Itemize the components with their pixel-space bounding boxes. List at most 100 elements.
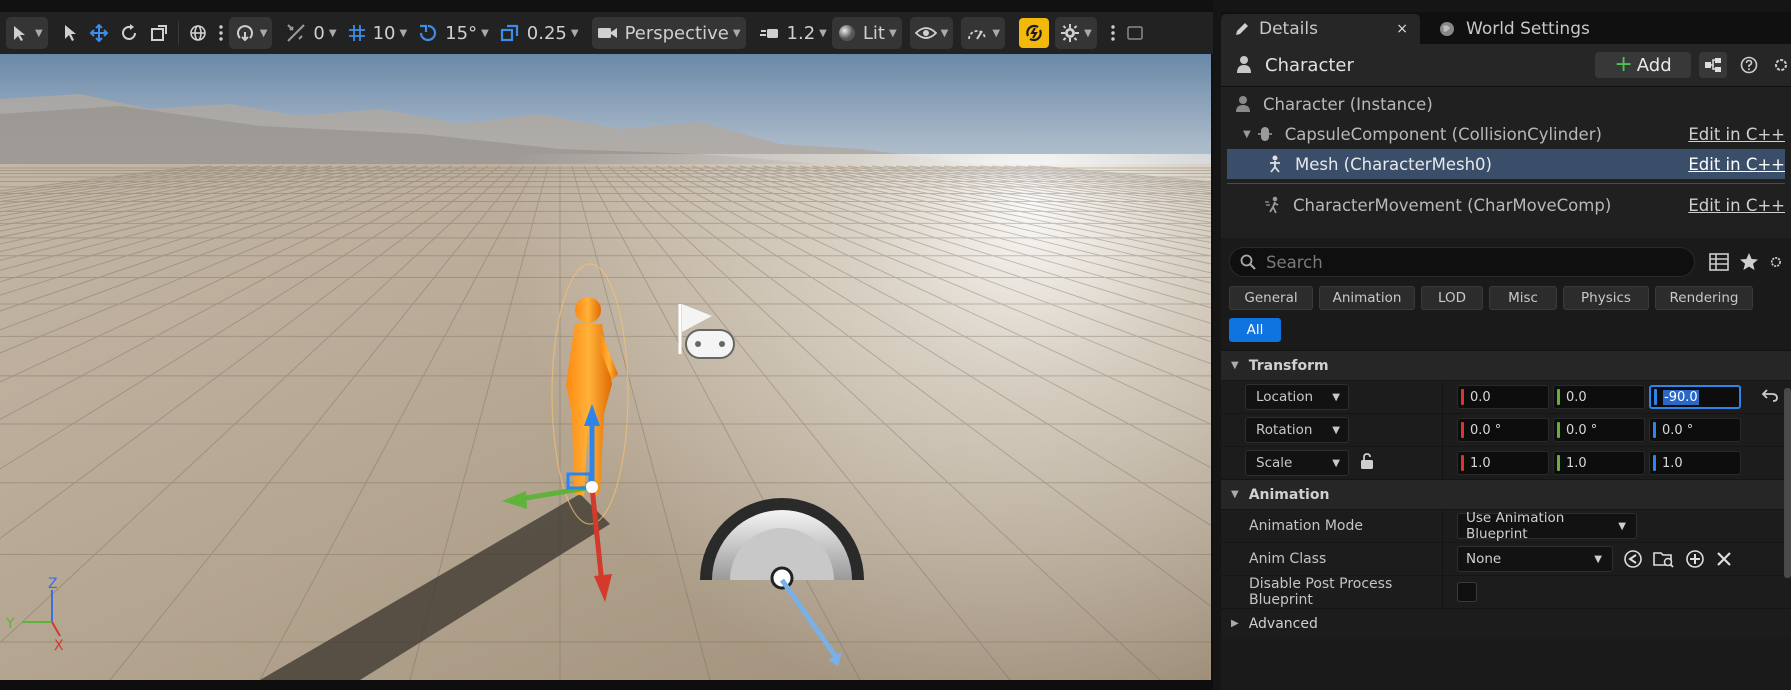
realtime-toggle-button[interactable] — [1019, 18, 1050, 48]
animation-mode-value: Use Animation Blueprint — [1466, 510, 1565, 542]
scale-snap-dropdown[interactable]: 0.25 ▼ — [494, 17, 584, 49]
performance-dropdown[interactable]: ▼ — [961, 17, 1006, 49]
tab-details[interactable]: Details × — [1221, 14, 1420, 44]
search-input[interactable] — [1266, 252, 1686, 272]
location-x-field[interactable]: 0.0 — [1457, 385, 1549, 409]
rotation-x-field[interactable]: 0.0 ° — [1457, 418, 1549, 442]
capsule-icon — [1255, 125, 1275, 143]
details-search-box[interactable] — [1229, 247, 1696, 277]
rotation-y-field[interactable]: 0.0 ° — [1553, 418, 1645, 442]
cursor-icon — [61, 23, 79, 43]
viewport-more-button[interactable] — [1105, 17, 1121, 49]
chevron-down-icon: ▼ — [35, 27, 43, 39]
advanced-section-header[interactable]: ▶ Advanced — [1221, 608, 1791, 638]
scale-x-field[interactable]: 1.0 — [1457, 451, 1549, 475]
scale-tool-button[interactable] — [144, 17, 174, 49]
rotation-snap-dropdown[interactable]: 15° ▼ — [412, 17, 494, 49]
plus-icon: + — [1614, 52, 1633, 77]
header-settings-button[interactable] — [1771, 52, 1791, 78]
location-y-field[interactable]: 0.0 — [1553, 385, 1645, 409]
filter-general[interactable]: General — [1229, 286, 1313, 310]
scale-row: Scale ▼ 1.0 1.0 1.0 — [1221, 446, 1791, 479]
scale-z-field[interactable]: 1.0 — [1649, 451, 1741, 475]
globe-icon — [188, 23, 208, 43]
tab-world-settings[interactable]: World Settings — [1426, 14, 1602, 44]
gear-icon[interactable] — [1769, 252, 1783, 272]
favorites-star-icon[interactable] — [1739, 252, 1759, 272]
chevron-down-icon: ▼ — [1332, 391, 1340, 403]
chevron-down-icon: ▼ — [259, 27, 268, 39]
location-z-field[interactable]: -90.0 — [1649, 385, 1741, 409]
rotate-icon — [119, 23, 139, 43]
camera-speed-value: 1.2 — [786, 22, 816, 44]
rotation-z-field[interactable]: 0.0 ° — [1649, 418, 1741, 442]
browse-folder-icon[interactable] — [1653, 549, 1675, 569]
view-mode-dropdown[interactable]: Perspective ▼ — [591, 17, 746, 49]
grid-snap-dropdown[interactable]: 10 ▼ — [342, 17, 413, 49]
filter-animation[interactable]: Animation — [1319, 286, 1415, 310]
edit-in-cpp-link[interactable]: Edit in C++ — [1688, 196, 1785, 215]
viewport-pane: ▼ ▼ 0 ▼ 10 ▼ 15° ▼ 0.25 ▼ Perspective ▼ … — [0, 0, 1213, 690]
selected-actor-title: Character — [1265, 54, 1354, 76]
property-matrix-icon[interactable] — [1709, 253, 1729, 271]
scale-snap-icon — [499, 22, 521, 44]
filter-lod[interactable]: LOD — [1421, 286, 1483, 310]
translate-tool-button[interactable] — [84, 17, 114, 49]
world-local-toggle[interactable] — [183, 17, 213, 49]
clear-x-icon[interactable] — [1715, 550, 1733, 568]
transform-category-header[interactable]: ▼ Transform — [1221, 350, 1791, 380]
show-flags-dropdown[interactable]: ▼ — [909, 17, 954, 49]
details-search-row — [1221, 242, 1791, 282]
edit-in-cpp-link[interactable]: Edit in C++ — [1688, 125, 1785, 144]
viewport-settings-dropdown[interactable]: ▼ — [1055, 17, 1097, 49]
help-button[interactable] — [1735, 52, 1763, 78]
filter-misc[interactable]: Misc — [1489, 286, 1557, 310]
location-mode-dropdown[interactable]: Location ▼ — [1245, 384, 1349, 410]
rotation-z-value: 0.0 ° — [1662, 422, 1694, 438]
use-selected-icon[interactable] — [1623, 549, 1643, 569]
rotate-tool-button[interactable] — [114, 17, 144, 49]
chevron-down-icon: ▼ — [481, 27, 489, 39]
chevron-down-icon: ▼ — [1332, 457, 1340, 469]
edit-in-cpp-link[interactable]: Edit in C++ — [1688, 155, 1785, 174]
expand-triangle-icon: ▼ — [1231, 360, 1239, 371]
animation-mode-dropdown[interactable]: Use Animation Blueprint ▼ — [1457, 510, 1637, 542]
details-scrollbar[interactable] — [1784, 388, 1791, 578]
close-icon[interactable]: × — [1396, 21, 1408, 37]
scale-mode-dropdown[interactable]: Scale ▼ — [1245, 450, 1349, 476]
level-viewport-scene[interactable]: Z Y X — [0, 54, 1211, 680]
component-row-instance[interactable]: Character (Instance) — [1227, 89, 1785, 119]
animation-category-header[interactable]: ▼ Animation — [1221, 479, 1791, 509]
add-component-button[interactable]: + Add — [1595, 52, 1691, 78]
translate-snap-dropdown[interactable]: 0 ▼ — [280, 17, 341, 49]
location-z-value: -90.0 — [1663, 389, 1699, 405]
camera-speed-dropdown[interactable]: 1.2 ▼ — [754, 17, 832, 49]
select-tool-button[interactable] — [56, 17, 84, 49]
lighting-mode-dropdown[interactable]: Lit ▼ — [831, 17, 902, 49]
unlock-icon[interactable] — [1359, 452, 1375, 474]
reset-to-default-icon[interactable] — [1761, 387, 1779, 407]
component-row-movement[interactable]: CharacterMovement (CharMoveComp) Edit in… — [1227, 190, 1785, 220]
maximize-viewport-button[interactable] — [1121, 17, 1149, 49]
filter-all[interactable]: All — [1229, 318, 1281, 342]
more-options-button[interactable] — [213, 17, 229, 49]
component-row-mesh[interactable]: Mesh (CharacterMesh0) Edit in C++ — [1227, 149, 1785, 179]
filter-rendering[interactable]: Rendering — [1655, 286, 1753, 310]
chevron-down-icon: ▼ — [1594, 553, 1602, 565]
rotation-mode-dropdown[interactable]: Rotation ▼ — [1245, 417, 1349, 443]
translate-snap-icon — [285, 22, 307, 44]
filter-physics[interactable]: Physics — [1563, 286, 1649, 310]
add-plus-circle-icon[interactable] — [1685, 549, 1705, 569]
blueprint-button[interactable] — [1699, 52, 1727, 78]
panel-tab-strip: Details × World Settings — [1221, 12, 1791, 44]
disable-post-process-checkbox[interactable] — [1457, 582, 1477, 602]
viewport-bottom-border — [0, 680, 1213, 690]
axis-z-label: Z — [48, 576, 58, 592]
collapse-triangle-icon[interactable]: ▼ — [1243, 129, 1251, 140]
anim-class-picker[interactable]: None ▼ — [1457, 546, 1613, 572]
surface-snap-dropdown[interactable]: ▼ — [228, 17, 273, 49]
scale-y-field[interactable]: 1.0 — [1553, 451, 1645, 475]
select-mode-dropdown[interactable]: ▼ — [6, 17, 48, 49]
component-row-capsule[interactable]: ▼ CapsuleComponent (CollisionCylinder) E… — [1227, 119, 1785, 149]
translate-snap-value: 0 — [313, 22, 325, 44]
